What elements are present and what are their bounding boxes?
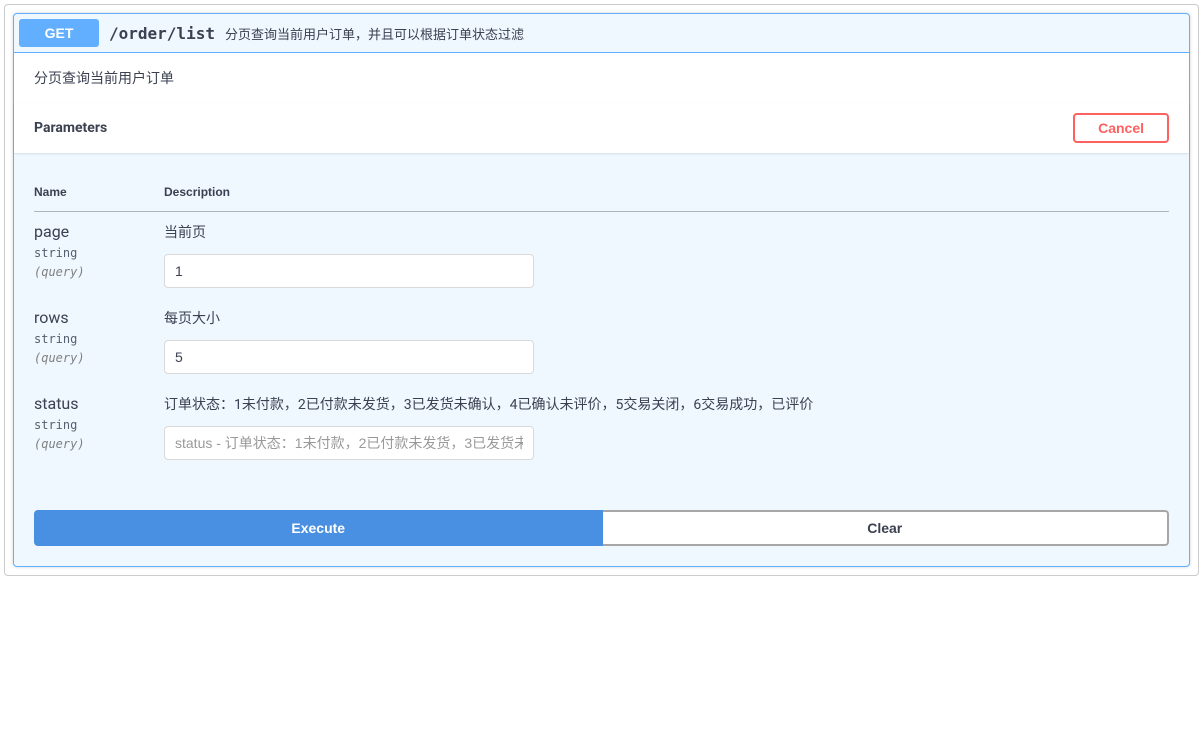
parameters-section-header: Parameters Cancel	[14, 103, 1189, 153]
param-description: 当前页	[164, 222, 1169, 242]
execute-wrapper: Execute Clear	[14, 490, 1189, 566]
cancel-button[interactable]: Cancel	[1073, 113, 1169, 143]
endpoint-summary: 分页查询当前用户订单，并且可以根据订单状态过滤	[225, 24, 1184, 43]
param-name: page	[34, 222, 164, 241]
operation-summary[interactable]: GET /order/list 分页查询当前用户订单，并且可以根据订单状态过滤	[14, 14, 1189, 53]
param-name: status	[34, 394, 164, 413]
execute-button[interactable]: Execute	[34, 510, 603, 546]
param-in: (query)	[34, 351, 164, 365]
endpoint-path: /order/list	[99, 24, 225, 43]
operation-block: GET /order/list 分页查询当前用户订单，并且可以根据订单状态过滤 …	[13, 13, 1190, 567]
parameter-row: rows string (query) 每页大小	[34, 298, 1169, 384]
param-type: string	[34, 327, 164, 351]
param-name: rows	[34, 308, 164, 327]
operation-description: 分页查询当前用户订单	[14, 53, 1189, 103]
param-type: string	[34, 413, 164, 437]
col-header-description: Description	[164, 173, 1169, 212]
parameters-title: Parameters	[34, 120, 107, 136]
param-description: 订单状态：1未付款，2已付款未发货，3已发货未确认，4已确认未评价，5交易关闭，…	[164, 394, 1169, 414]
parameters-table: Name Description page string (query) 当前页	[34, 173, 1169, 470]
param-in: (query)	[34, 437, 164, 451]
param-type: string	[34, 241, 164, 265]
param-description: 每页大小	[164, 308, 1169, 328]
status-input[interactable]	[164, 426, 534, 460]
operation-description-text: 分页查询当前用户订单	[34, 68, 1169, 88]
param-in: (query)	[34, 265, 164, 279]
parameters-container: Name Description page string (query) 当前页	[14, 153, 1189, 490]
col-header-name: Name	[34, 173, 164, 212]
page-frame: GET /order/list 分页查询当前用户订单，并且可以根据订单状态过滤 …	[4, 4, 1199, 576]
clear-button[interactable]: Clear	[603, 510, 1170, 546]
rows-input[interactable]	[164, 340, 534, 374]
parameter-row: page string (query) 当前页	[34, 212, 1169, 299]
http-method-badge: GET	[19, 19, 99, 47]
page-input[interactable]	[164, 254, 534, 288]
parameter-row: status string (query) 订单状态：1未付款，2已付款未发货，…	[34, 384, 1169, 470]
